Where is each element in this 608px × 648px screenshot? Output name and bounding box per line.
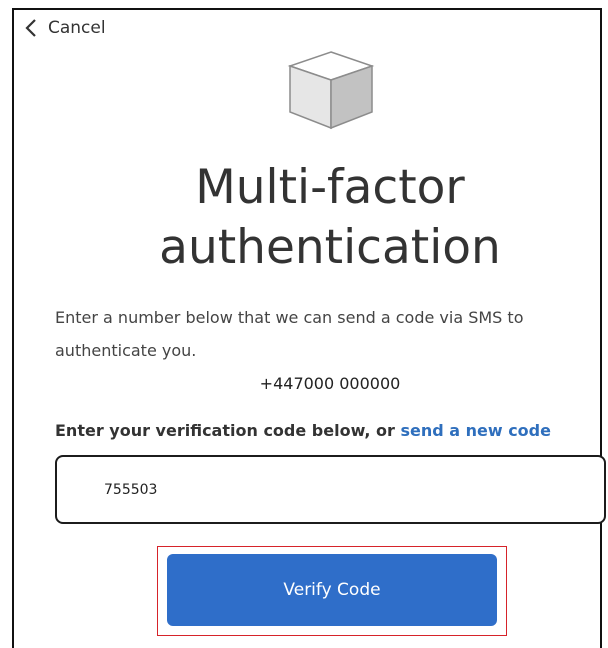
send-new-code-link[interactable]: send a new code [400, 421, 551, 440]
cancel-button[interactable]: Cancel [24, 16, 106, 40]
verification-code-input[interactable] [55, 455, 606, 524]
phone-number: +447000 000000 [259, 374, 401, 393]
chevron-left-icon [25, 19, 36, 37]
verify-code-button[interactable]: Verify Code [167, 554, 497, 626]
cancel-label: Cancel [48, 18, 106, 38]
code-prompt: Enter your verification code below, or s… [55, 421, 600, 440]
instructions-text: Enter a number below that we can send a … [55, 308, 524, 360]
page-title: Multi-factor authentication [159, 160, 501, 275]
code-prompt-text: Enter your verification code below, or [55, 421, 395, 440]
cube-icon [287, 51, 375, 130]
